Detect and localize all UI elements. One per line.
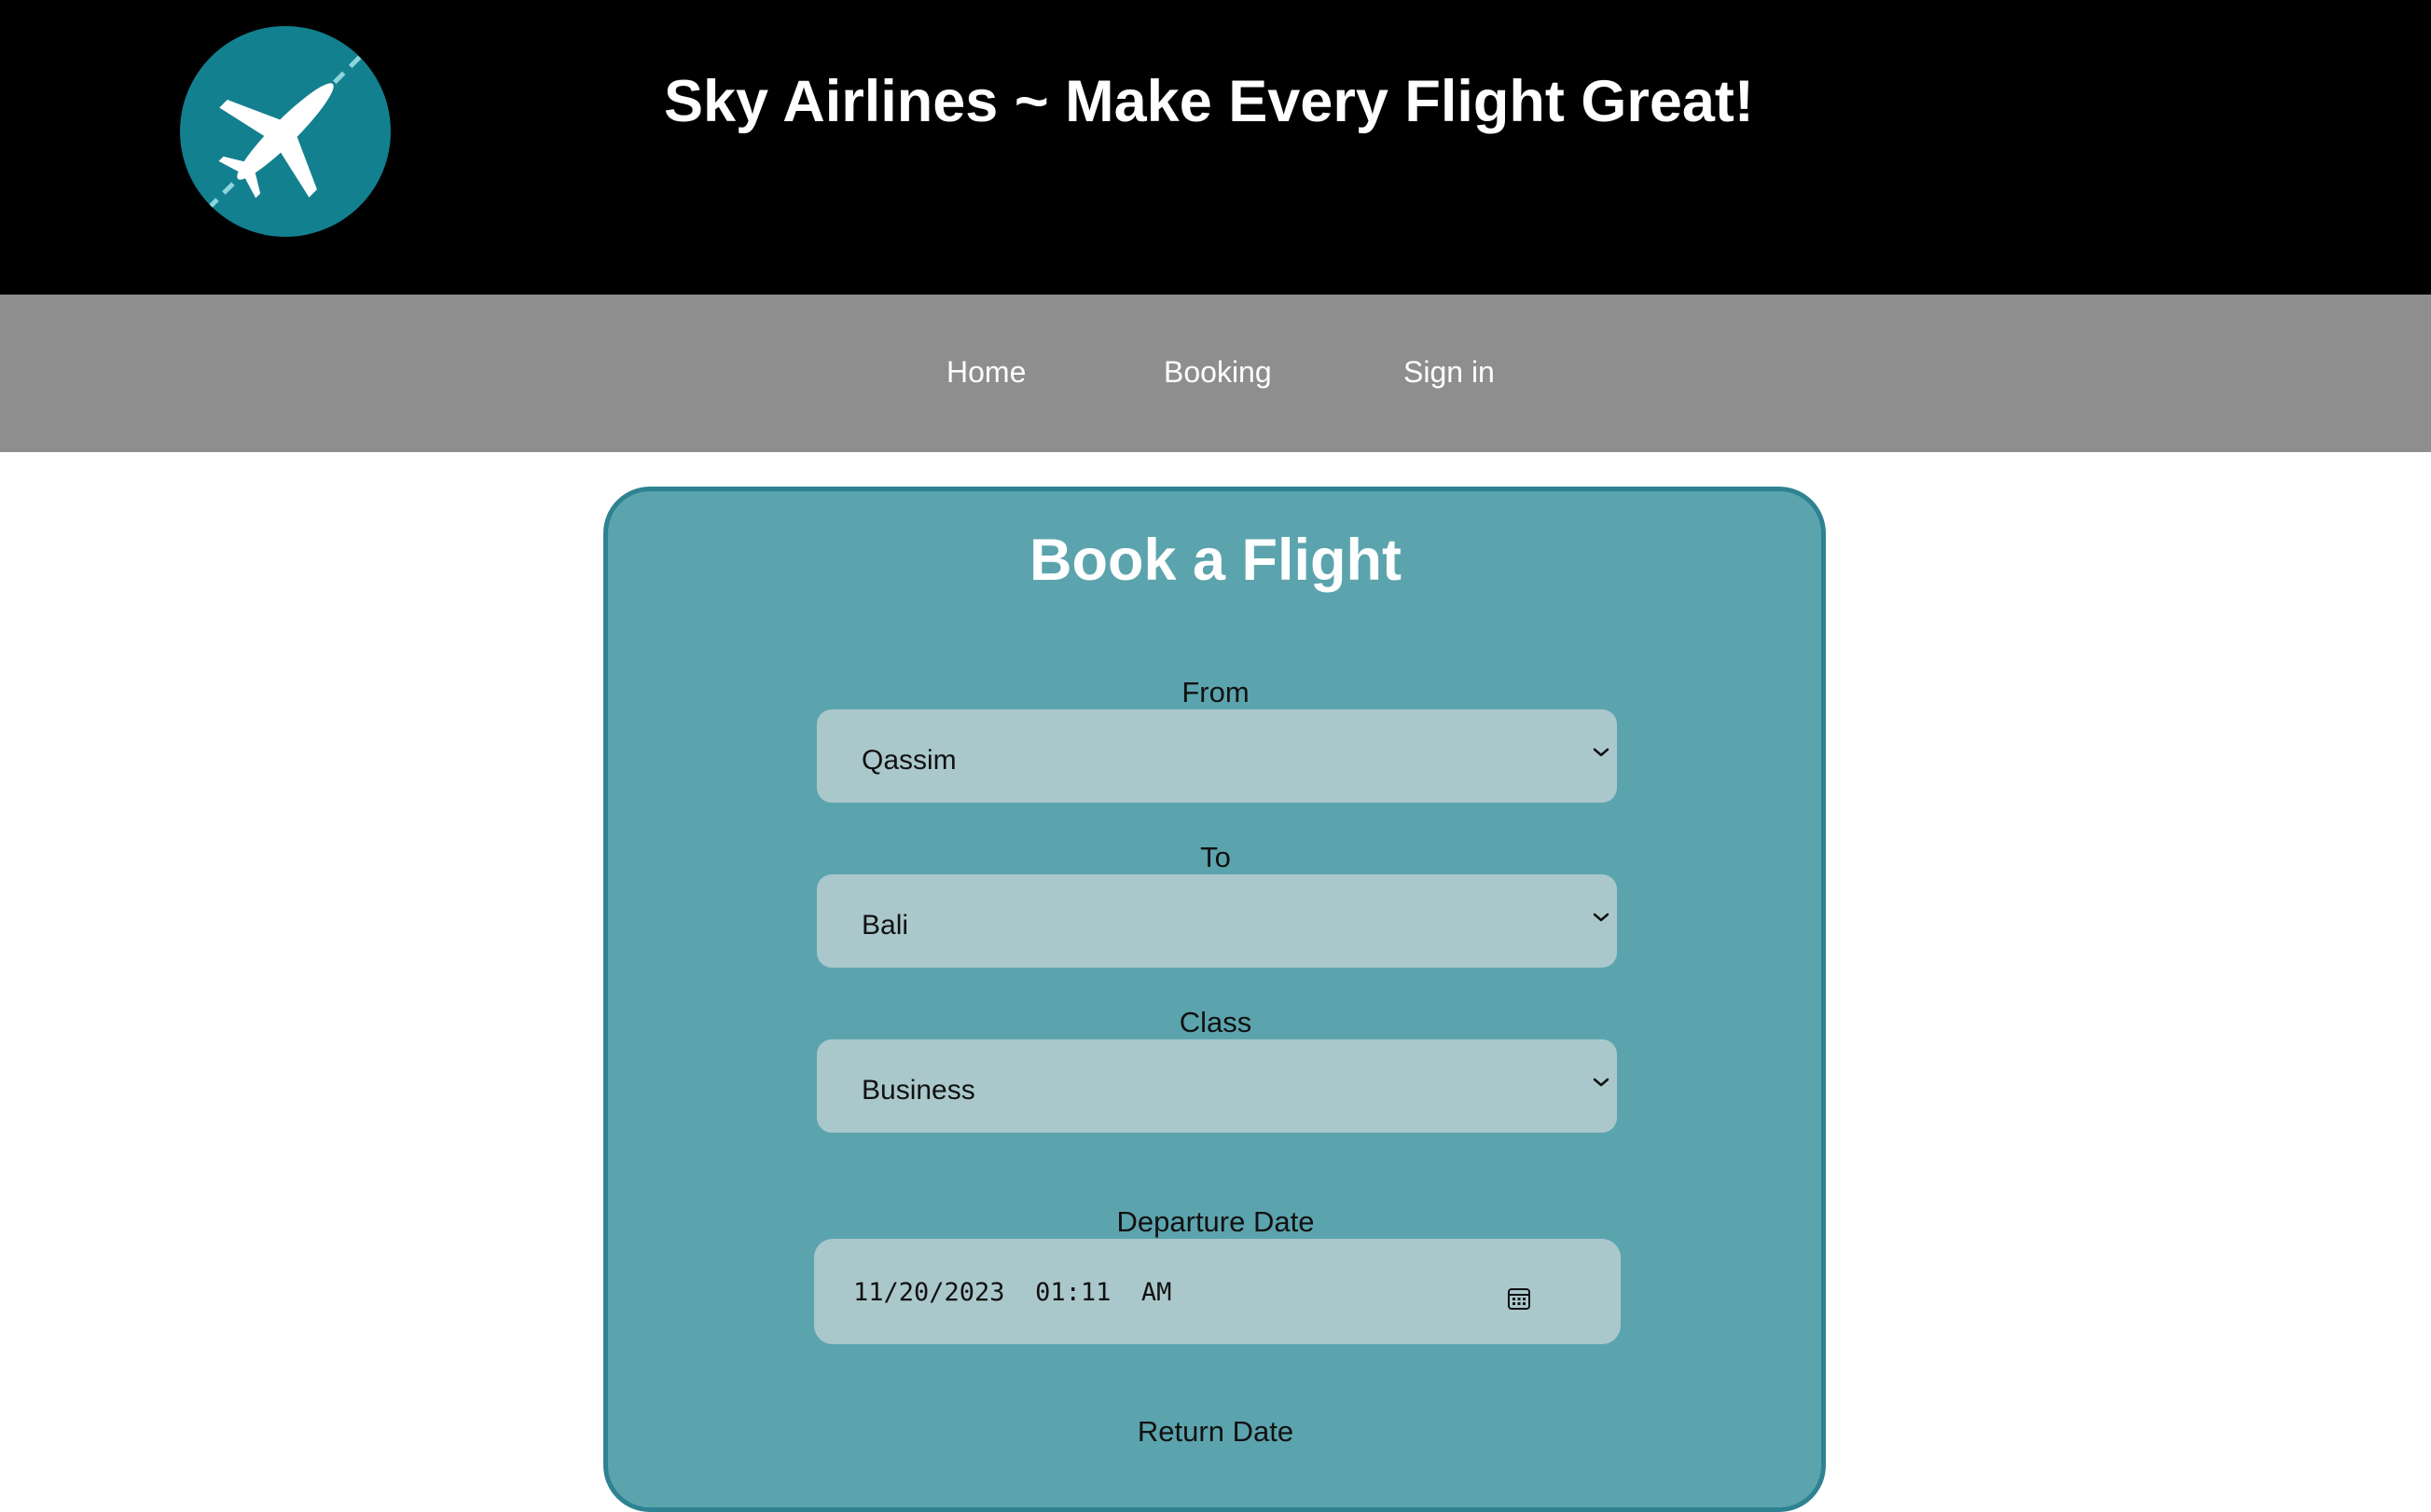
departure-date-label: Departure Date bbox=[1116, 1205, 1315, 1238]
airplane-icon bbox=[206, 52, 365, 211]
departure-date-input[interactable]: 11/20/2023 01:11 AM bbox=[814, 1239, 1621, 1344]
nav-sign-in-link[interactable]: Sign in bbox=[1403, 357, 1495, 387]
class-select[interactable]: Business bbox=[817, 1039, 1617, 1133]
nav-booking-link[interactable]: Booking bbox=[1164, 357, 1272, 387]
from-label: From bbox=[1181, 676, 1250, 708]
chevron-down-icon bbox=[1593, 1078, 1609, 1087]
class-select-value: Business bbox=[862, 1075, 975, 1106]
to-select[interactable]: Bali bbox=[817, 874, 1617, 968]
calendar-icon[interactable] bbox=[1506, 1285, 1532, 1312]
site-header: Sky Airlines ~ Make Every Flight Great! bbox=[0, 0, 2431, 295]
site-title: Sky Airlines ~ Make Every Flight Great! bbox=[664, 69, 1754, 134]
chevron-down-icon bbox=[1593, 748, 1609, 757]
nav-home-link[interactable]: Home bbox=[946, 357, 1026, 387]
logo[interactable] bbox=[180, 26, 391, 237]
return-date-label: Return Date bbox=[1137, 1415, 1294, 1448]
from-select-value: Qassim bbox=[862, 745, 957, 776]
to-label: To bbox=[1200, 841, 1231, 873]
departure-date-value: 11/20/2023 01:11 AM bbox=[853, 1278, 1172, 1307]
class-label: Class bbox=[1179, 1006, 1252, 1038]
booking-form-card bbox=[603, 487, 1826, 1512]
chevron-down-icon bbox=[1593, 913, 1609, 922]
booking-form-title: Book a Flight bbox=[1029, 528, 1402, 593]
from-select[interactable]: Qassim bbox=[817, 709, 1617, 803]
to-select-value: Bali bbox=[862, 910, 909, 941]
